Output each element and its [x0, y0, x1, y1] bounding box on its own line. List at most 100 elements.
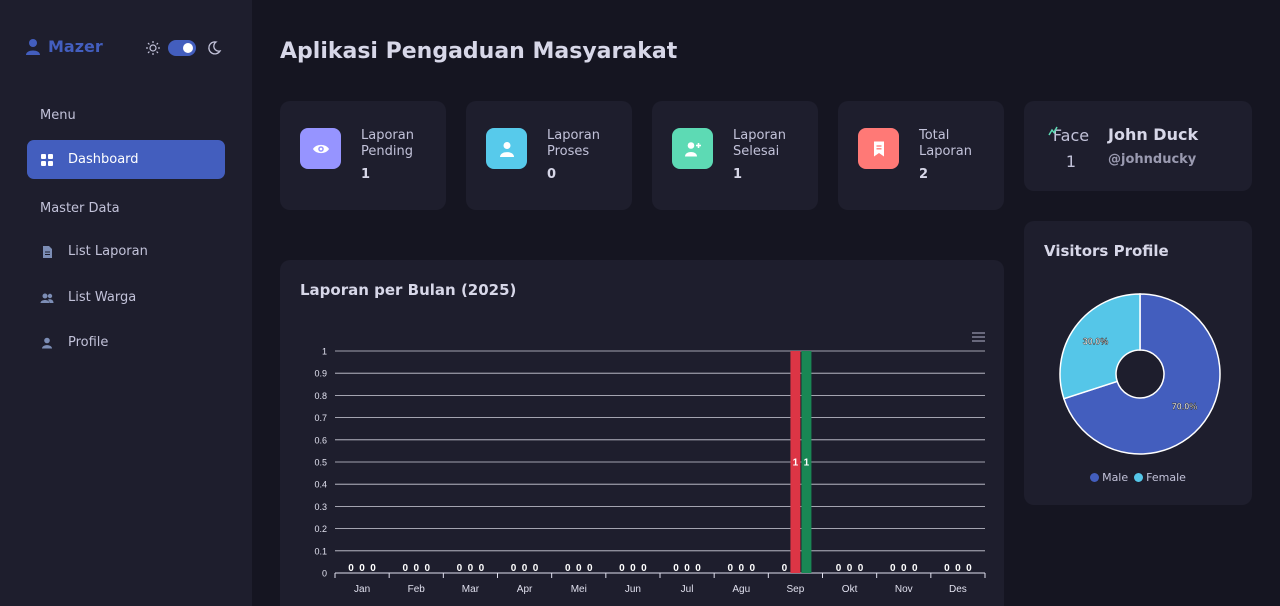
grid-icon — [41, 153, 53, 166]
sidebar-item-list-laporan[interactable]: List Laporan — [27, 232, 225, 271]
y-tick-label: 0.9 — [314, 369, 327, 379]
bar-data-label: 0 — [836, 563, 842, 574]
stat-label: Total Laporan — [919, 128, 972, 159]
x-tick-label: Jan — [354, 584, 370, 595]
brand-name: Mazer — [48, 37, 103, 56]
legend-item[interactable]: Female — [1134, 471, 1186, 484]
x-tick-label: Agu — [732, 584, 750, 595]
bar-data-label: 0 — [370, 563, 376, 574]
bar-data-label: 0 — [738, 563, 744, 574]
stat-value: 1 — [733, 167, 743, 182]
bar-data-label: 0 — [944, 563, 950, 574]
y-tick-label: 1 — [322, 347, 327, 357]
stat-card-pending: Laporan Pending 1 — [280, 101, 446, 210]
stat-value: 2 — [919, 167, 929, 182]
master-data-title: Master Data — [40, 201, 120, 216]
menu-title: Menu — [40, 108, 76, 123]
y-tick-label: 0.1 — [314, 546, 327, 556]
x-tick-label: Nov — [895, 584, 913, 595]
hamburger-menu-icon[interactable] — [972, 332, 985, 342]
x-tick-label: Sep — [787, 584, 805, 595]
legend-marker — [1090, 473, 1100, 482]
sidebar-item-label: List Laporan — [68, 244, 148, 259]
bar-data-label: 0 — [348, 563, 354, 574]
bar-data-label: 0 — [955, 563, 961, 574]
chart-legend: Male Female — [1024, 471, 1252, 484]
sidebar-item-label: Profile — [68, 335, 109, 350]
legend-marker — [1134, 473, 1144, 482]
legend-item[interactable]: Male — [1090, 471, 1128, 484]
pie-slice-label: 30.0% — [1083, 337, 1109, 347]
stat-card-total: Total Laporan 2 — [838, 101, 1004, 210]
bar-data-label: 0 — [901, 563, 907, 574]
bar-data-label: 0 — [695, 563, 701, 574]
y-tick-label: 0.7 — [314, 413, 327, 423]
theme-toggle[interactable] — [145, 40, 222, 56]
chart-title: Laporan per Bulan (2025) — [300, 281, 517, 299]
stat-icon-box — [672, 128, 713, 169]
bar-data-label: 0 — [912, 563, 918, 574]
x-tick-label: Feb — [408, 584, 426, 595]
bar-data-label: 0 — [847, 563, 853, 574]
bar-data-label: 0 — [522, 563, 528, 574]
x-tick-label: Mar — [462, 584, 480, 595]
y-tick-label: 0.5 — [314, 458, 327, 468]
stat-card-selesai: Laporan Selesai 1 — [652, 101, 818, 210]
stat-icon-box — [858, 128, 899, 169]
bar-data-label: 0 — [424, 563, 430, 574]
person-icon — [499, 141, 514, 157]
y-tick-label: 0.6 — [314, 435, 327, 445]
monthly-report-chart: 00.10.20.30.40.50.60.70.80.91Jan0 0 0Feb0 0… — [314, 347, 986, 595]
x-tick-label: Mei — [571, 584, 587, 595]
y-tick-label: 0.4 — [314, 480, 327, 490]
bar-data-label: 0 — [641, 563, 647, 574]
sidebar-item-list-warga[interactable]: List Warga — [27, 278, 225, 317]
bar-data-label: 0 — [890, 563, 896, 574]
bar-data-label: 0 — [630, 563, 636, 574]
people-icon — [40, 293, 54, 303]
broken-image-icon — [1048, 126, 1058, 136]
legend-label: Male — [1102, 471, 1129, 484]
stat-value: 1 — [361, 167, 371, 182]
sidebar-item-dashboard[interactable]: Dashboard — [27, 140, 225, 179]
pie-slice-label: 70.0% — [1172, 401, 1198, 411]
person-icon — [26, 38, 40, 55]
bar-data-label: 0 — [966, 563, 972, 574]
sidebar-item-label: List Warga — [68, 290, 137, 305]
bar-data-label: 0 — [359, 563, 365, 574]
user-name: John Duck — [1108, 125, 1199, 144]
stat-label: Laporan Proses — [547, 128, 600, 159]
stat-label: Laporan Pending — [361, 128, 414, 159]
theme-switch[interactable] — [168, 40, 196, 56]
bar-data-label: 0 — [587, 563, 593, 574]
bar-data-label: 0 — [468, 563, 474, 574]
y-tick-label: 0 — [322, 569, 327, 579]
bar-data-label: 1 — [804, 458, 810, 469]
moon-icon — [208, 41, 222, 55]
bar-data-label: 0 — [457, 563, 463, 574]
bookmark-icon — [873, 141, 884, 156]
brand-logo[interactable]: Mazer — [26, 37, 103, 56]
legend-label: Female — [1146, 471, 1186, 484]
stat-card-proses: Laporan Proses 0 — [466, 101, 632, 210]
page-title: Aplikasi Pengaduan Masyarakat — [280, 39, 678, 64]
avatar[interactable]: Face 1 — [1046, 123, 1096, 173]
sidebar-item-profile[interactable]: Profile — [27, 323, 225, 362]
stat-icon-box — [300, 128, 341, 169]
bar-data-label: 0 — [727, 563, 733, 574]
bar-data-label: 0 — [749, 563, 755, 574]
user-card: Face 1 John Duck @johnducky — [1024, 101, 1252, 191]
bar-data-label: 0 — [782, 563, 788, 574]
bar-data-label: 0 — [413, 563, 419, 574]
x-tick-label: Jun — [625, 584, 641, 595]
document-icon — [43, 245, 52, 258]
bar-data-label: 0 — [576, 563, 582, 574]
monthly-report-chart-card: 0 0.1 0.2 0.3 0.4 0.5 0.6 0.7 0.8 0.9 1 Jan 0 0 0 Feb 0 0… — [280, 260, 1004, 606]
sidebar: Mazer Menu Dashboard Master Data List La… — [0, 0, 252, 606]
bar-data-label: 0 — [684, 563, 690, 574]
visitors-profile-card: Visitors Profile 70.0% 30.0% Male Female — [1024, 221, 1252, 505]
bar-data-label: 0 — [673, 563, 679, 574]
bar-data-label: 0 — [858, 563, 864, 574]
x-tick-label: Des — [949, 584, 967, 595]
x-tick-label: Jul — [681, 584, 694, 595]
